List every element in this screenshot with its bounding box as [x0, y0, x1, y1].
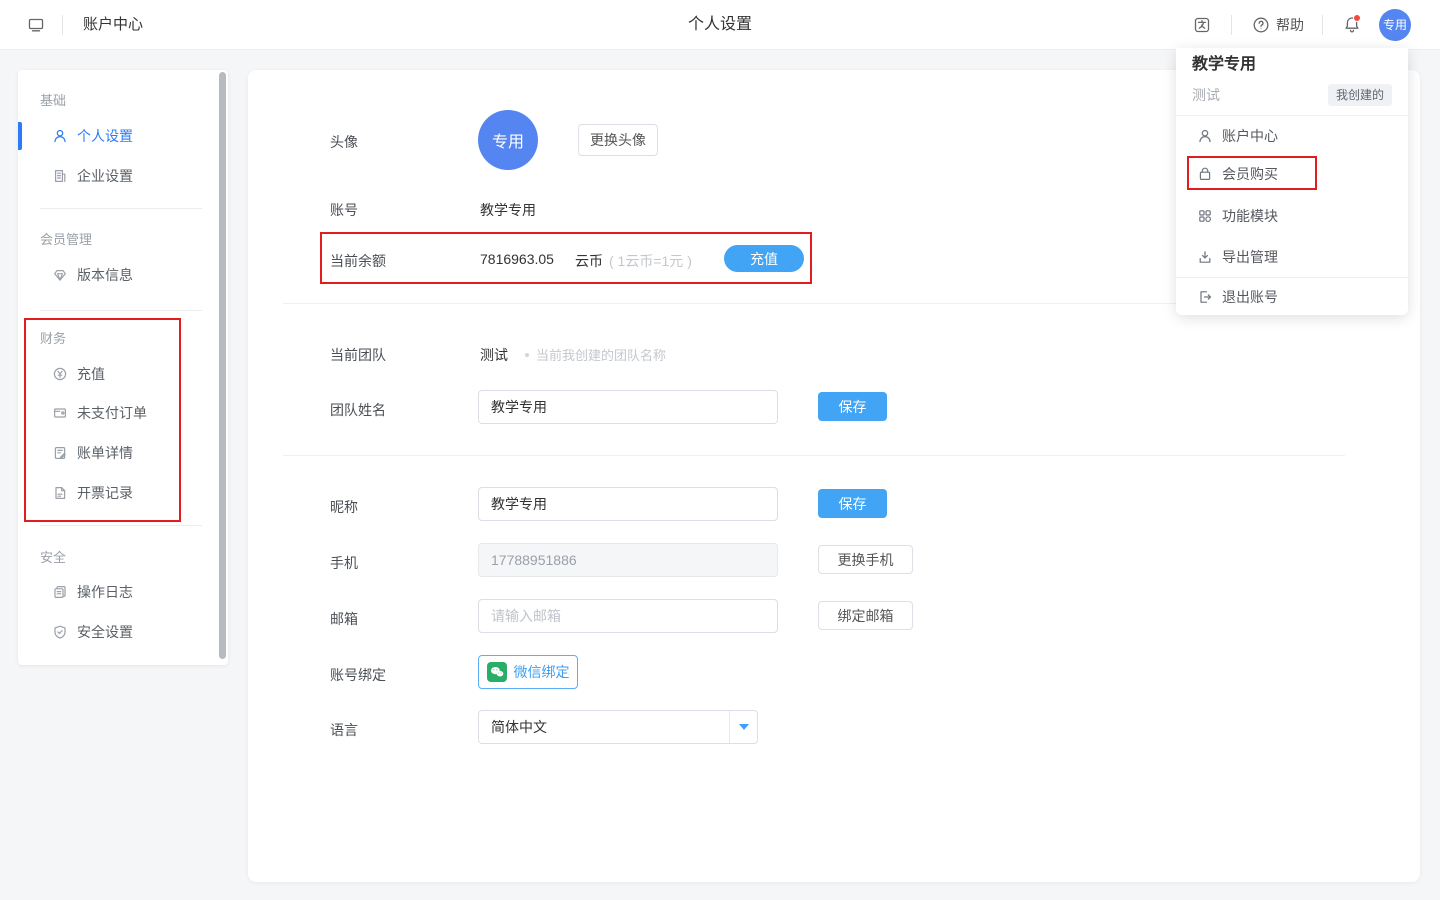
balance-value: 7816963.05: [480, 251, 554, 267]
menu-divider: [1176, 115, 1408, 116]
header-divider: [1231, 15, 1232, 35]
modules-icon: [1197, 208, 1213, 224]
menu-item-account-center[interactable]: 账户中心: [1176, 122, 1408, 150]
sidebar: 基础 个人设置 企业设置 会员管理 版本信息 财务 充值 未支付订单 账单详情: [18, 70, 228, 665]
language-label: 语言: [330, 720, 358, 740]
log-icon: [52, 584, 68, 600]
balance-label: 当前余额: [330, 251, 386, 271]
team-value: 测试: [480, 345, 508, 365]
sidebar-item-version-info[interactable]: 版本信息: [18, 263, 218, 287]
profile-avatar[interactable]: 专用: [478, 110, 538, 170]
sidebar-item-unpaid-orders[interactable]: 未支付订单: [18, 401, 218, 425]
sidebar-section-basic: 基础: [40, 91, 66, 111]
sidebar-divider: [40, 208, 202, 209]
sidebar-item-invoice-records[interactable]: 开票记录: [18, 481, 218, 505]
menu-item-membership-purchase[interactable]: 会员购买: [1176, 160, 1408, 188]
sidebar-divider: [40, 310, 202, 311]
export-icon: [1197, 249, 1213, 265]
nickname-input[interactable]: [478, 487, 778, 521]
chevron-down-icon: [739, 724, 749, 730]
menu-user-name: 教学专用: [1192, 54, 1256, 76]
wallet-icon: [52, 405, 68, 421]
invoice-icon: [52, 485, 68, 501]
created-by-me-badge: 我创建的: [1328, 84, 1392, 106]
language-value: 简体中文: [479, 717, 729, 737]
team-hint: 当前我创建的团队名称: [525, 345, 666, 364]
change-avatar-button[interactable]: 更换头像: [578, 124, 658, 156]
shield-icon: [52, 624, 68, 640]
person-icon: [52, 128, 68, 144]
menu-divider: [1176, 277, 1408, 278]
save-team-name-button[interactable]: 保存: [818, 392, 887, 421]
header-divider: [1322, 15, 1323, 35]
balance-note: ( 1云币=1元 ): [609, 251, 692, 271]
avatar-label: 头像: [330, 132, 358, 152]
sidebar-item-recharge[interactable]: 充值: [18, 362, 218, 386]
gem-icon: [52, 267, 68, 283]
select-caret-box[interactable]: [729, 711, 757, 743]
recharge-button[interactable]: 充值: [724, 245, 804, 272]
save-nickname-button[interactable]: 保存: [818, 489, 887, 518]
building-icon: [52, 168, 68, 184]
bill-icon: [52, 445, 68, 461]
account-value: 教学专用: [480, 200, 536, 220]
bind-email-button[interactable]: 绑定邮箱: [818, 601, 913, 630]
language-select[interactable]: 简体中文: [478, 710, 758, 744]
wechat-icon: [487, 662, 507, 682]
sidebar-scrollbar[interactable]: [219, 72, 226, 659]
sidebar-item-operation-log[interactable]: 操作日志: [18, 580, 218, 604]
help-label[interactable]: 帮助: [1276, 0, 1304, 50]
menu-team-name: 测试: [1192, 84, 1220, 106]
page: 账户中心 个人设置 帮助 专用 基础 个人设置 企业设置 会员管理: [0, 0, 1440, 900]
page-title: 个人设置: [0, 0, 1440, 50]
change-phone-button[interactable]: 更换手机: [818, 545, 913, 574]
account-label: 账号: [330, 200, 358, 220]
sidebar-item-enterprise-settings[interactable]: 企业设置: [18, 164, 218, 188]
sidebar-item-security-settings[interactable]: 安全设置: [18, 620, 218, 644]
logout-icon: [1197, 289, 1213, 305]
balance-unit: 云币: [575, 251, 603, 271]
menu-item-function-modules[interactable]: 功能模块: [1176, 202, 1408, 230]
sidebar-section-finance: 财务: [40, 329, 66, 349]
email-input[interactable]: [478, 599, 778, 633]
person-icon: [1197, 128, 1213, 144]
menu-item-export-management[interactable]: 导出管理: [1176, 243, 1408, 271]
menu-item-logout[interactable]: 退出账号: [1176, 283, 1408, 311]
notification-dot: [1353, 14, 1361, 22]
email-label: 邮箱: [330, 609, 358, 629]
sidebar-item-bill-details[interactable]: 账单详情: [18, 441, 218, 465]
hint-dot: [525, 353, 529, 357]
nickname-label: 昵称: [330, 497, 358, 517]
phone-input: [478, 543, 778, 577]
card-divider: [283, 455, 1345, 456]
help-icon[interactable]: [1252, 16, 1270, 34]
sidebar-section-security: 安全: [40, 548, 66, 568]
sidebar-divider: [40, 525, 202, 526]
phone-label: 手机: [330, 553, 358, 573]
team-label: 当前团队: [330, 345, 386, 365]
sidebar-section-membership: 会员管理: [40, 230, 92, 250]
user-dropdown-menu: 教学专用 测试 我创建的 账户中心 会员购买 功能模块 导出管理 退出账号: [1176, 48, 1408, 315]
team-name-input[interactable]: [478, 390, 778, 424]
bag-icon: [1197, 166, 1213, 182]
top-header: 账户中心 个人设置 帮助 专用: [0, 0, 1440, 50]
yen-circle-icon: [52, 366, 68, 382]
binding-label: 账号绑定: [330, 665, 386, 685]
wechat-bind-button[interactable]: 微信绑定: [478, 655, 578, 689]
language-switch-icon[interactable]: [1193, 16, 1211, 34]
sidebar-item-personal-settings[interactable]: 个人设置: [18, 124, 218, 148]
team-name-label: 团队姓名: [330, 400, 386, 420]
user-avatar[interactable]: 专用: [1379, 9, 1411, 41]
